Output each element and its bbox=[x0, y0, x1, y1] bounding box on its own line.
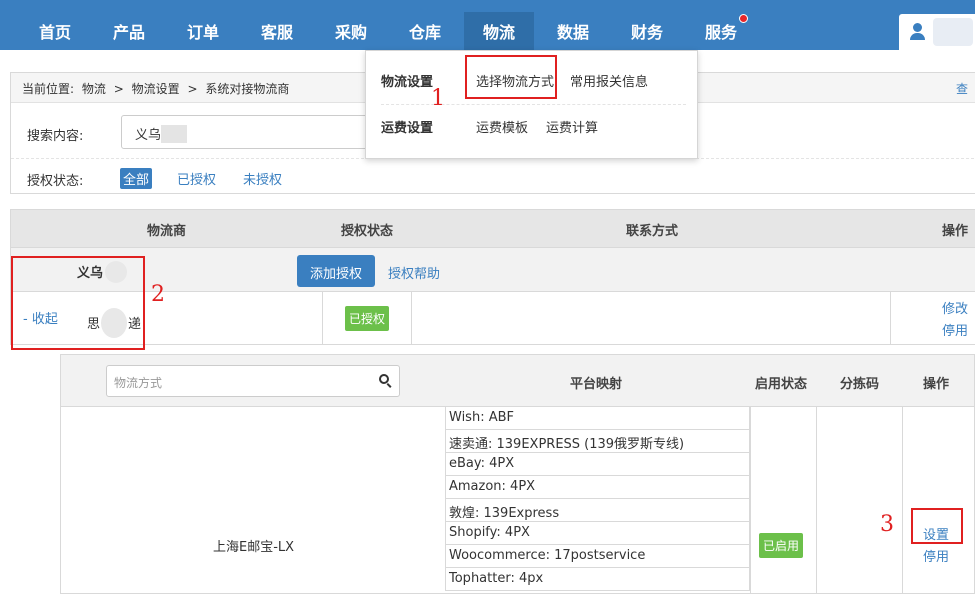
enabled-badge: 已启用 bbox=[759, 533, 804, 558]
cell-divider bbox=[322, 292, 323, 344]
add-authorization-button[interactable]: 添加授权 bbox=[297, 255, 375, 287]
search-value: 义乌 bbox=[135, 128, 162, 143]
authorized-badge: 已授权 bbox=[345, 306, 390, 331]
filter-unauthorized[interactable]: 未授权 bbox=[240, 168, 285, 189]
breadcrumb-item-current: 系统对接物流商 bbox=[205, 82, 290, 96]
breadcrumb-prefix: 当前位置: bbox=[22, 82, 75, 96]
nav-warehouse[interactable]: 仓库 bbox=[390, 12, 460, 50]
mapping-row: 速卖通: 139EXPRESS (139俄罗斯专线) bbox=[445, 430, 750, 453]
annotation-number-1: 1 bbox=[431, 86, 445, 111]
annotation-number-3: 3 bbox=[880, 512, 894, 537]
carrier-table: 物流商 授权状态 联系方式 操作 义乌 添加授权 授权帮助 - 收起 思递 已授… bbox=[10, 209, 975, 345]
filter-all[interactable]: 全部 bbox=[120, 168, 153, 189]
nav-finance[interactable]: 财务 bbox=[612, 12, 682, 50]
dropdown-section-freight-settings: 运费设置 bbox=[381, 121, 434, 136]
breadcrumb-item-logistics[interactable]: 物流 bbox=[82, 82, 106, 96]
menu-item-customs-info[interactable]: 常用报关信息 bbox=[570, 71, 648, 90]
nav-products[interactable]: 产品 bbox=[94, 12, 164, 50]
method-search-placeholder: 物流方式 bbox=[114, 376, 163, 390]
cell-divider bbox=[890, 292, 891, 344]
nav-data[interactable]: 数据 bbox=[538, 12, 608, 50]
nav-services-wrap: 服务 bbox=[686, 12, 756, 50]
mapping-row: 敦煌: 139Express bbox=[445, 499, 750, 522]
menu-item-freight-calculator[interactable]: 运费计算 bbox=[546, 117, 598, 136]
redacted-text bbox=[161, 125, 188, 143]
cell-divider bbox=[750, 407, 751, 594]
dropdown-section-logistics-settings: 物流设置 bbox=[381, 75, 434, 90]
mapping-row: Wish: ABF bbox=[445, 407, 750, 430]
col-method-actions: 操作 bbox=[923, 377, 950, 392]
col-actions: 操作 bbox=[942, 224, 969, 239]
dropdown-divider bbox=[381, 104, 686, 105]
user-icon bbox=[909, 23, 925, 41]
annotation-box-2 bbox=[11, 256, 145, 350]
filter-authorized[interactable]: 已授权 bbox=[174, 168, 219, 189]
authorization-help-link[interactable]: 授权帮助 bbox=[388, 263, 440, 282]
cell-divider bbox=[816, 407, 817, 594]
annotation-number-2: 2 bbox=[151, 282, 165, 307]
breadcrumb-item-logistics-settings[interactable]: 物流设置 bbox=[132, 82, 180, 96]
col-sorting-code: 分拣码 bbox=[840, 377, 880, 392]
col-contact: 联系方式 bbox=[626, 224, 679, 239]
disable-method-link[interactable]: 停用 bbox=[923, 546, 949, 565]
nav-purchasing[interactable]: 采购 bbox=[316, 12, 386, 50]
breadcrumb-separator: > bbox=[113, 82, 124, 96]
nav-logistics[interactable]: 物流 bbox=[464, 12, 534, 50]
user-menu[interactable] bbox=[899, 14, 975, 50]
nav-orders[interactable]: 订单 bbox=[168, 12, 238, 50]
mapping-row: Shopify: 4PX bbox=[445, 522, 750, 545]
mapping-row: Tophatter: 4px bbox=[445, 568, 750, 591]
col-auth-status: 授权状态 bbox=[341, 224, 394, 239]
search-icon[interactable] bbox=[379, 374, 392, 388]
breadcrumb-separator: > bbox=[187, 82, 198, 96]
platform-mapping-list: Wish: ABF 速卖通: 139EXPRESS (139俄罗斯专线) eBa… bbox=[445, 407, 750, 594]
col-carrier: 物流商 bbox=[147, 224, 187, 239]
view-link[interactable]: 查 bbox=[956, 80, 968, 97]
annotation-box-1 bbox=[465, 55, 557, 99]
annotation-box-3 bbox=[911, 508, 963, 544]
col-enabled-status: 启用状态 bbox=[755, 377, 808, 392]
nav-customer-service[interactable]: 客服 bbox=[242, 12, 312, 50]
method-table-header: 物流方式 平台映射 启用状态 分拣码 操作 bbox=[61, 355, 974, 407]
logistics-method-table: 物流方式 平台映射 启用状态 分拣码 操作 上海E邮宝-LX Wish: ABF… bbox=[60, 354, 975, 594]
search-label: 搜索内容: bbox=[27, 129, 84, 144]
edit-link[interactable]: 修改 bbox=[942, 298, 968, 317]
cell-divider bbox=[902, 407, 903, 594]
auth-status-label: 授权状态: bbox=[27, 174, 84, 189]
mapping-row: Amazon: 4PX bbox=[445, 476, 750, 499]
method-name: 上海E邮宝-LX bbox=[213, 540, 295, 555]
user-name-redacted bbox=[933, 18, 973, 46]
search-input[interactable]: 义乌 bbox=[121, 115, 381, 149]
top-nav: 首页 产品 订单 客服 采购 仓库 物流 数据 财务 服务 bbox=[0, 0, 975, 50]
nav-home[interactable]: 首页 bbox=[20, 12, 90, 50]
mapping-row: eBay: 4PX bbox=[445, 453, 750, 476]
col-platform-mapping: 平台映射 bbox=[570, 377, 623, 392]
carrier-table-header: 物流商 授权状态 联系方式 操作 bbox=[11, 210, 975, 248]
cell-divider bbox=[411, 292, 412, 344]
disable-link[interactable]: 停用 bbox=[942, 320, 968, 339]
menu-item-freight-template[interactable]: 运费模板 bbox=[476, 117, 528, 136]
mapping-row: Woocommerce: 17postservice bbox=[445, 545, 750, 568]
method-search-input[interactable]: 物流方式 bbox=[106, 365, 400, 397]
notification-dot-icon bbox=[739, 14, 748, 23]
